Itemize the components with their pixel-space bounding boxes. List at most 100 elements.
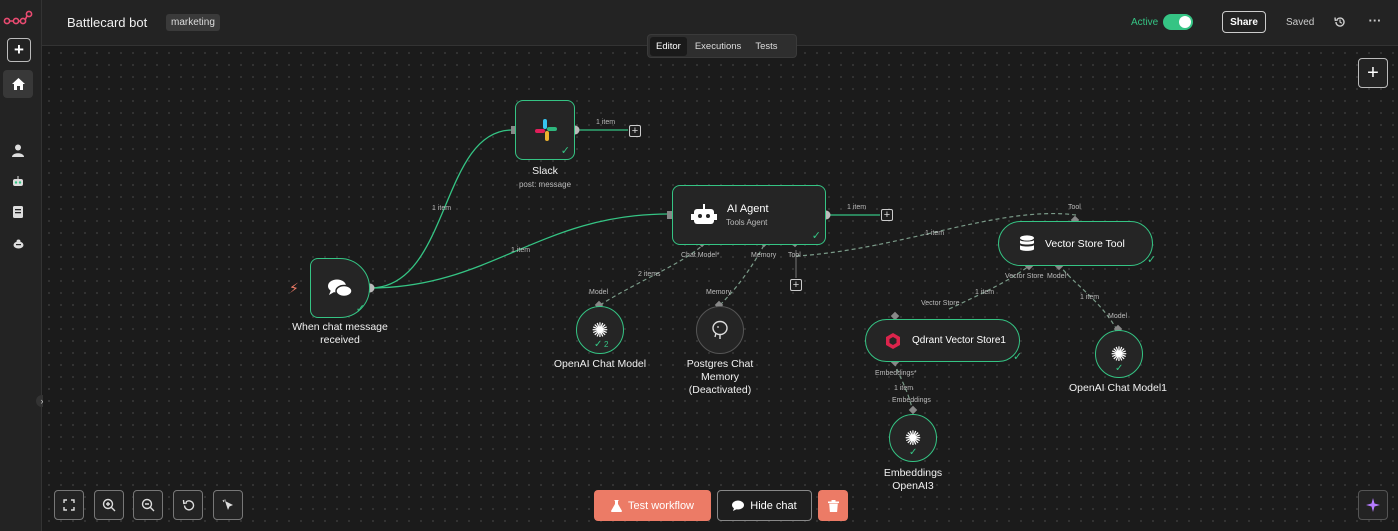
edge-label: 1 item [975,289,995,296]
node-title: OpenAI Chat Model [553,358,647,370]
node-ai-agent[interactable]: AI Agent Tools Agent ✓ [672,185,826,245]
add-node-button[interactable]: + [881,209,893,221]
node-openai-chat-model1[interactable]: ✺ ✓ [1095,330,1143,378]
book-icon[interactable] [10,204,26,220]
node-title: When chat message received [292,321,388,346]
bug-icon[interactable] [10,236,26,252]
undo-icon [182,499,194,511]
success-check-icon: ✓ [1013,351,1023,363]
port-label: Vector Store [1005,273,1044,280]
edge-label: 2 items [638,271,661,278]
chat-bubbles-icon [328,279,353,298]
history-icon[interactable] [1332,14,1348,30]
node-title: Postgres Chat Memory (Deactivated) [686,358,754,396]
qdrant-icon [886,333,900,349]
flask-icon [610,499,622,512]
node-title: OpenAI Chat Model1 [1068,382,1168,394]
node-vector-store-tool[interactable]: Vector Store Tool [998,221,1153,266]
edge-label: 1 item [432,205,452,212]
home-button[interactable] [3,70,33,98]
success-check-icon: ✓ [1115,363,1124,374]
more-options-icon[interactable]: ··· [1367,12,1383,28]
share-button[interactable]: Share [1222,11,1266,33]
add-node-button[interactable]: + [629,125,641,137]
edge-label: 1 item [1080,294,1100,301]
port-label: Model* [1047,273,1069,280]
port-label: Model [589,289,609,296]
clear-execution-button[interactable] [818,490,848,521]
slack-icon [535,119,557,141]
workflow-name[interactable]: Battlecard bot [67,15,147,30]
port-label: Tool [1068,204,1081,211]
add-workflow-button[interactable]: + [7,38,31,62]
tab-executions[interactable]: Executions [689,37,747,56]
port-label: Memory [706,289,732,296]
port-label: Vector Store [921,300,960,307]
port-label: Tool [788,252,801,259]
ai-assistant-button[interactable] [1358,490,1388,520]
lightning-icon: ⚡ [289,280,299,296]
success-check-icon: ✓ [811,230,821,242]
zoom-out-icon [141,498,155,512]
sparkle-icon [1366,498,1380,512]
success-check-icon: ✓ [594,339,603,350]
success-check-icon: ✓ [909,447,918,458]
test-workflow-button[interactable]: Test workflow [594,490,711,521]
node-chat-trigger[interactable]: ✓ [310,258,370,318]
robot-icon [691,204,717,224]
node-title: Qdrant Vector Store1 [912,335,1006,346]
edge-label: 1 item [894,385,914,392]
postgres-elephant-icon [712,320,728,339]
zoom-in-button[interactable] [94,490,124,520]
success-check-icon: ✓ [560,145,570,157]
database-icon [1020,235,1034,251]
workflow-tag[interactable]: marketing [166,14,220,31]
node-subtitle: post: message [518,180,572,189]
port-label: Embeddings* [875,370,917,377]
zoom-out-button[interactable] [133,490,163,520]
hide-chat-label: Hide chat [750,499,797,512]
node-title: AI Agent [727,203,769,215]
tab-tests[interactable]: Tests [749,37,783,56]
success-check-icon: ✓ [355,303,365,315]
tidy-up-button[interactable] [213,490,243,520]
active-label: Active [1131,17,1159,28]
hide-chat-button[interactable]: Hide chat [717,490,812,521]
edge-label: 1 item [925,230,945,237]
trash-icon [827,499,839,512]
port-label: Memory [751,252,777,259]
fullscreen-icon [63,499,75,511]
left-sidebar: + › [0,0,48,531]
node-postgres-memory[interactable] [696,306,744,354]
add-tool-button[interactable]: + [790,279,802,291]
node-embeddings-openai[interactable]: ✺ ✓ [889,414,937,462]
port-label: Model [1108,313,1128,320]
fit-view-button[interactable] [54,490,84,520]
zoom-in-icon [102,498,116,512]
tab-editor[interactable]: Editor [650,36,687,56]
active-toggle[interactable] [1163,14,1193,30]
edge-label: 1 item [596,119,616,126]
user-icon[interactable] [10,142,26,158]
test-workflow-label: Test workflow [627,499,695,512]
success-check-icon: ✓ [1147,254,1157,266]
node-qdrant-vector-store[interactable]: Qdrant Vector Store1 [865,319,1020,362]
run-count: 2 [604,340,609,349]
edge-label: 1 item [847,204,867,211]
node-slack[interactable]: ✓ [515,100,575,160]
chat-icon [732,500,745,511]
reset-zoom-button[interactable] [173,490,203,520]
cursor-sparkle-icon [222,499,233,510]
robot-icon[interactable] [10,173,26,189]
node-title: Slack [532,165,558,177]
edge-label: 1 item [511,247,531,254]
add-node-canvas-button[interactable]: + [1358,58,1388,88]
port-label: Embeddings [892,397,931,404]
port-label: Chat Model* [681,252,720,259]
view-tabs: Editor Executions Tests [647,34,797,58]
n8n-logo[interactable] [3,9,33,29]
node-openai-chat-model[interactable]: ✺ ✓ 2 [576,306,624,354]
node-title: Embeddings OpenAI3 [883,467,943,492]
node-subtitle: Tools Agent [726,218,768,227]
home-icon [11,78,25,90]
